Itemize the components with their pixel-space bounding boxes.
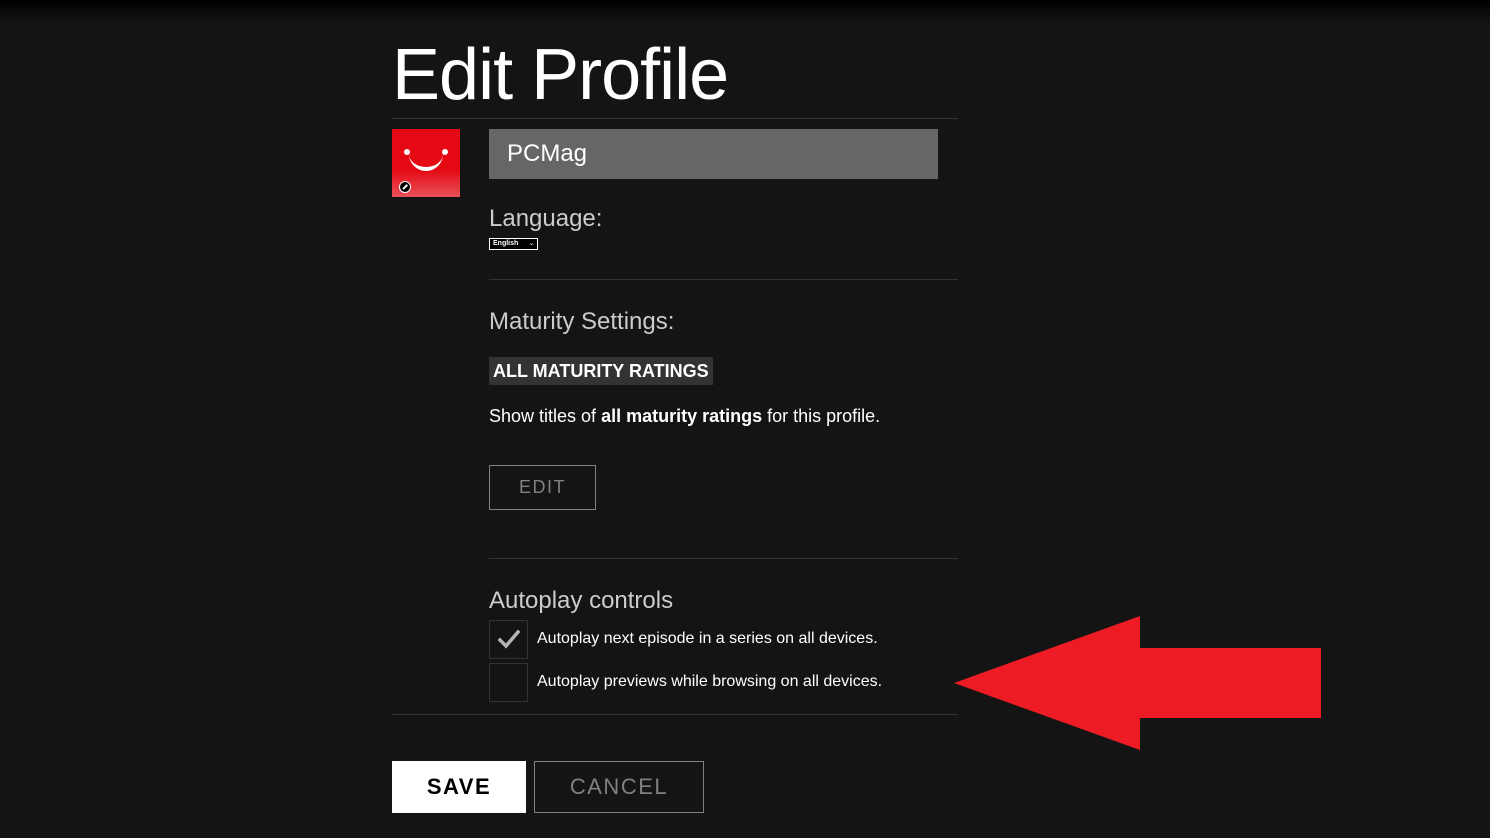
avatar-smile bbox=[409, 153, 443, 171]
maturity-desc-suffix: for this profile. bbox=[762, 406, 881, 426]
cancel-button[interactable]: CANCEL bbox=[534, 761, 704, 813]
maturity-description: Show titles of all maturity ratings for … bbox=[489, 404, 880, 428]
language-selected-value: English bbox=[493, 240, 519, 247]
profile-avatar[interactable] bbox=[392, 129, 460, 197]
page-title: Edit Profile bbox=[392, 35, 729, 115]
autoplay-previews-label: Autoplay previews while browsing on all … bbox=[537, 673, 883, 690]
checkmark-icon bbox=[498, 629, 520, 649]
autoplay-next-episode-checkbox[interactable] bbox=[489, 620, 528, 659]
red-arrow-annotation bbox=[954, 616, 1321, 750]
maturity-settings-label: Maturity Settings: bbox=[489, 308, 675, 335]
maturity-divider bbox=[489, 558, 958, 559]
maturity-desc-prefix: Show titles of bbox=[489, 406, 602, 426]
maturity-desc-bold: all maturity ratings bbox=[601, 406, 763, 426]
maturity-rating-badge: ALL MATURITY RATINGS bbox=[489, 357, 713, 385]
autoplay-previews-checkbox[interactable] bbox=[489, 663, 528, 702]
maturity-edit-button[interactable]: EDIT bbox=[489, 465, 596, 510]
profile-name-input[interactable]: PCMag bbox=[489, 129, 938, 179]
chevron-down-icon: ⌄ bbox=[528, 241, 534, 247]
edit-pencil-icon[interactable] bbox=[399, 181, 411, 193]
autoplay-controls-label: Autoplay controls bbox=[489, 587, 674, 614]
title-divider bbox=[392, 118, 958, 119]
save-button[interactable]: SAVE bbox=[392, 761, 526, 813]
language-label: Language: bbox=[489, 205, 603, 232]
top-gradient-bar bbox=[0, 0, 1490, 22]
autoplay-next-episode-label: Autoplay next episode in a series on all… bbox=[537, 630, 878, 647]
autoplay-divider bbox=[392, 714, 958, 715]
language-divider bbox=[489, 279, 958, 280]
language-select[interactable]: English ⌄ bbox=[489, 238, 538, 250]
